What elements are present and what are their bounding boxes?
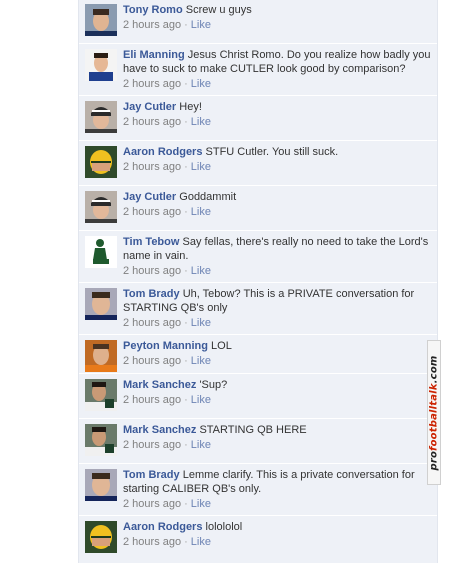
like-link[interactable]: Like bbox=[191, 161, 211, 173]
comment-timestamp: 2 hours ago bbox=[123, 206, 182, 218]
comment-author[interactable]: Tom Brady bbox=[123, 288, 180, 300]
peyton-avatar[interactable] bbox=[85, 340, 117, 372]
comment-author[interactable]: Tim Tebow bbox=[123, 236, 179, 248]
comment-timestamp: 2 hours ago bbox=[123, 78, 182, 90]
like-link[interactable]: Like bbox=[191, 394, 211, 406]
comment-item: Mark Sanchez STARTING QB HERE 2 hours ag… bbox=[79, 420, 437, 464]
comment-item: Peyton Manning LOL 2 hours ago · Like bbox=[79, 336, 437, 374]
comment-timestamp: 2 hours ago bbox=[123, 116, 182, 128]
comment-text: LOL bbox=[211, 340, 232, 352]
like-link[interactable]: Like bbox=[191, 439, 211, 451]
comment-thread: Tony Romo Screw u guys 2 hours ago · Like … bbox=[78, 0, 438, 563]
like-link[interactable]: Like bbox=[191, 536, 211, 548]
like-link[interactable]: Like bbox=[191, 498, 211, 510]
like-link[interactable]: Like bbox=[191, 265, 211, 277]
brady-avatar[interactable] bbox=[85, 469, 117, 501]
like-link[interactable]: Like bbox=[191, 116, 211, 128]
like-link[interactable]: Like bbox=[191, 317, 211, 329]
separator-dot: · bbox=[184, 317, 188, 329]
separator-dot: · bbox=[184, 19, 188, 31]
comment-item: Tony Romo Screw u guys 2 hours ago · Like bbox=[79, 0, 437, 44]
page: Tony Romo Screw u guys 2 hours ago · Like … bbox=[0, 0, 460, 563]
comment-timestamp: 2 hours ago bbox=[123, 19, 182, 31]
watermark-text: profootballtalk.com bbox=[428, 354, 440, 471]
comment-author[interactable]: Aaron Rodgers bbox=[123, 521, 202, 533]
comment-author[interactable]: Tony Romo bbox=[123, 4, 183, 16]
comment-timestamp: 2 hours ago bbox=[123, 317, 182, 329]
comment-item: Tom Brady Uh, Tebow? This is a PRIVATE c… bbox=[79, 284, 437, 335]
comment-text: STARTING QB HERE bbox=[199, 424, 307, 436]
comment-item: Aaron Rodgers STFU Cutler. You still suc… bbox=[79, 142, 437, 186]
comment-item: Eli Manning Jesus Christ Romo. Do you re… bbox=[79, 45, 437, 96]
comment-timestamp: 2 hours ago bbox=[123, 265, 182, 277]
tebow-avatar[interactable] bbox=[85, 236, 117, 268]
like-link[interactable]: Like bbox=[191, 19, 211, 31]
comment-author[interactable]: Eli Manning bbox=[123, 49, 185, 61]
rodgers-avatar[interactable] bbox=[85, 521, 117, 553]
cutler-avatar[interactable] bbox=[85, 101, 117, 133]
brady-avatar[interactable] bbox=[85, 288, 117, 320]
comment-author[interactable]: Peyton Manning bbox=[123, 340, 208, 352]
like-link[interactable]: Like bbox=[191, 78, 211, 90]
separator-dot: · bbox=[184, 355, 188, 367]
comment-timestamp: 2 hours ago bbox=[123, 394, 182, 406]
sanchez-avatar[interactable] bbox=[85, 424, 117, 456]
comment-author[interactable]: Jay Cutler bbox=[123, 101, 176, 113]
like-link[interactable]: Like bbox=[191, 355, 211, 367]
site-watermark: profootballtalk.com bbox=[427, 340, 441, 485]
separator-dot: · bbox=[184, 439, 188, 451]
comment-author[interactable]: Aaron Rodgers bbox=[123, 146, 202, 158]
comment-timestamp: 2 hours ago bbox=[123, 498, 182, 510]
comment-author[interactable]: Tom Brady bbox=[123, 469, 180, 481]
comment-item: Jay Cutler Goddammit 2 hours ago · Like bbox=[79, 187, 437, 231]
separator-dot: · bbox=[184, 206, 188, 218]
comment-text: Screw u guys bbox=[185, 4, 252, 16]
separator-dot: · bbox=[184, 161, 188, 173]
romo-avatar[interactable] bbox=[85, 4, 117, 36]
comment-text: lolololol bbox=[205, 521, 243, 533]
eli-avatar[interactable] bbox=[85, 49, 117, 81]
separator-dot: · bbox=[184, 78, 188, 90]
separator-dot: · bbox=[184, 265, 188, 277]
comment-item: Mark Sanchez 'Sup? 2 hours ago · Like bbox=[79, 375, 437, 419]
comment-author[interactable]: Jay Cutler bbox=[123, 191, 176, 203]
comment-timestamp: 2 hours ago bbox=[123, 439, 182, 451]
separator-dot: · bbox=[184, 536, 188, 548]
comment-item: Tim Tebow Say fellas, there's really no … bbox=[79, 232, 437, 283]
separator-dot: · bbox=[184, 116, 188, 128]
like-link[interactable]: Like bbox=[191, 206, 211, 218]
comment-item: Jay Cutler Hey! 2 hours ago · Like bbox=[79, 97, 437, 141]
rodgers-avatar[interactable] bbox=[85, 146, 117, 178]
comment-text: 'Sup? bbox=[199, 379, 228, 391]
comment-item: Aaron Rodgers lolololol 2 hours ago · Like bbox=[79, 517, 437, 563]
separator-dot: · bbox=[184, 394, 188, 406]
comment-text: Hey! bbox=[179, 101, 202, 113]
comment-timestamp: 2 hours ago bbox=[123, 536, 182, 548]
cutler-avatar[interactable] bbox=[85, 191, 117, 223]
comment-author[interactable]: Mark Sanchez bbox=[123, 424, 196, 436]
comment-timestamp: 2 hours ago bbox=[123, 355, 182, 367]
separator-dot: · bbox=[184, 498, 188, 510]
sanchez-avatar[interactable] bbox=[85, 379, 117, 411]
comment-timestamp: 2 hours ago bbox=[123, 161, 182, 173]
comment-text: STFU Cutler. You still suck. bbox=[205, 146, 339, 158]
comment-text: Goddammit bbox=[179, 191, 237, 203]
comment-author[interactable]: Mark Sanchez bbox=[123, 379, 196, 391]
comment-item: Tom Brady Lemme clarify. This is a priva… bbox=[79, 465, 437, 516]
